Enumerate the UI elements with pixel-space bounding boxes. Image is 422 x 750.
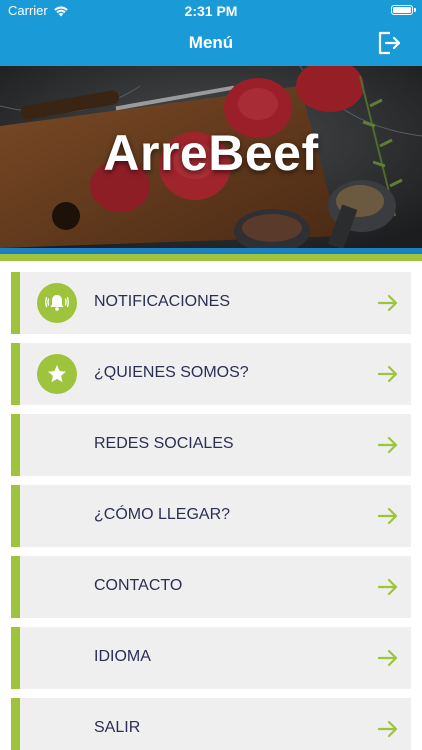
arrow-right-icon [377,720,398,738]
hero-title: ArreBeef [103,125,319,181]
logout-icon[interactable] [376,30,402,56]
arrow-right-icon [377,507,398,525]
arrow-right-icon [377,649,398,667]
menu-item-como-llegar[interactable]: ¿CÓMO LLEGAR? [11,485,411,547]
menu-item-accent [11,556,20,618]
menu-item-label: ¿QUIENES SOMOS? [94,364,249,381]
top-bar: Carrier 2:31 PM Menú [0,0,422,66]
menu-item-label: SALIR [94,719,141,736]
status-time: 2:31 PM [184,3,238,19]
menu-item-quienes-somos[interactable]: ¿QUIENES SOMOS? [11,343,411,405]
menu-item-idioma[interactable]: IDIOMA [11,627,411,689]
arrow-right-icon [377,365,398,383]
arrow-right-icon [377,578,398,596]
menu-list: NOTIFICACIONES ¿QUIENES SOMOS? REDES SOC… [0,261,422,750]
divider-green [0,254,422,261]
menu-item-salir[interactable]: SALIR [11,698,411,750]
arrow-right-icon [377,294,398,312]
battery-icon [391,5,416,15]
star-icon [37,354,77,394]
status-bar: Carrier 2:31 PM [0,0,422,22]
menu-item-accent [11,485,20,547]
menu-item-redes-sociales[interactable]: REDES SOCIALES [11,414,411,476]
menu-item-accent [11,272,20,334]
bell-icon [37,283,77,323]
menu-item-label: REDES SOCIALES [94,435,234,452]
menu-item-accent [11,343,20,405]
menu-item-label: IDIOMA [94,648,151,665]
app-screen: Carrier 2:31 PM Menú ArreBeef NOTIFICACI… [0,0,422,750]
arrow-right-icon [377,436,398,454]
menu-item-label: NOTIFICACIONES [94,293,231,310]
menu-item-label: CONTACTO [94,577,183,594]
menu-item-label: ¿CÓMO LLEGAR? [94,506,231,523]
menu-item-accent [11,627,20,689]
hero-banner: ArreBeef [0,66,422,248]
menu-item-accent [11,698,20,750]
menu-item-accent [11,414,20,476]
menu-item-notificaciones[interactable]: NOTIFICACIONES [11,272,411,334]
page-title: Menú [188,33,234,52]
menu-item-contacto[interactable]: CONTACTO [11,556,411,618]
